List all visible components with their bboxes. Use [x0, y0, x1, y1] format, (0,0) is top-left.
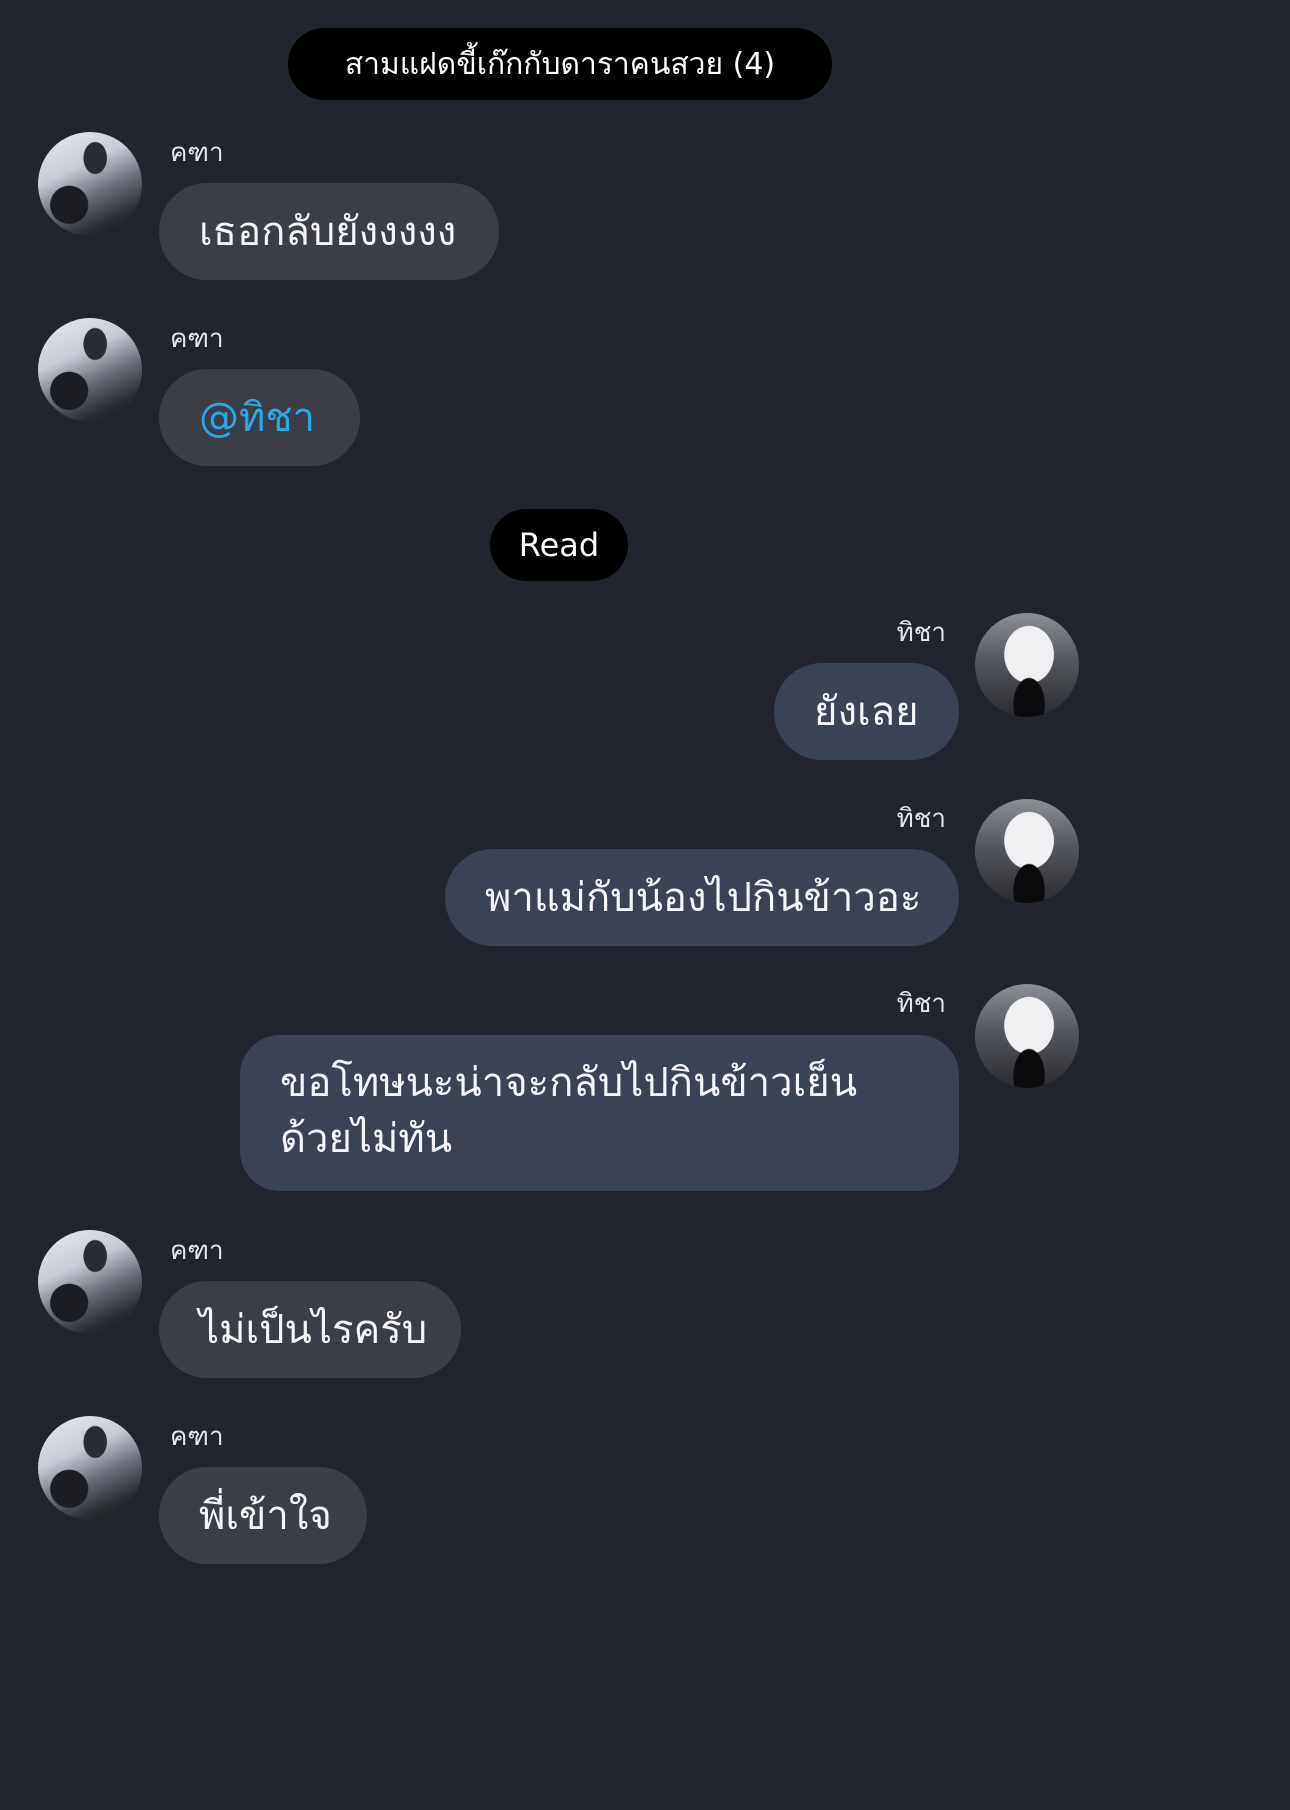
message-text: ขอโทษนะน่าจะกลับไปกินข้าวเย็นด้วยไม่ทัน	[280, 1060, 858, 1162]
message-bubble[interactable]: ไม่เป็นไรครับ	[159, 1281, 461, 1378]
message-text: พี่เข้าใจ	[199, 1492, 332, 1539]
sender-name: ทิชา	[896, 989, 946, 1019]
avatar-kata[interactable]	[38, 1230, 142, 1334]
chat-title[interactable]: สามแฝดขี้เก๊กกับดาราคนสวย (4)	[288, 28, 832, 100]
message-text: ยังเลย	[814, 688, 919, 735]
mention-link[interactable]: @ทิชา	[199, 390, 315, 446]
message-bubble[interactable]: ขอโทษนะน่าจะกลับไปกินข้าวเย็นด้วยไม่ทัน	[240, 1035, 959, 1191]
sender-name: คฑา	[170, 1236, 224, 1266]
message-text: ไม่เป็นไรครับ	[199, 1306, 428, 1353]
sender-name: ทิชา	[896, 804, 946, 834]
avatar-ticha[interactable]	[975, 613, 1079, 717]
message-bubble[interactable]: เธอกลับยังงงงง	[159, 183, 499, 280]
avatar-kata[interactable]	[38, 318, 142, 422]
avatar-ticha[interactable]	[975, 799, 1079, 903]
message-bubble[interactable]: พี่เข้าใจ	[159, 1467, 367, 1564]
sender-name: คฑา	[170, 324, 224, 354]
message-text: เธอกลับยังงงงง	[199, 208, 457, 255]
avatar-kata[interactable]	[38, 132, 142, 236]
avatar-kata[interactable]	[38, 1416, 142, 1520]
avatar-ticha[interactable]	[975, 984, 1079, 1088]
sender-name: ทิชา	[896, 618, 946, 648]
sender-name: คฑา	[170, 1422, 224, 1452]
message-bubble[interactable]: ยังเลย	[774, 663, 959, 760]
read-indicator: Read	[490, 509, 628, 581]
sender-name: คฑา	[170, 138, 224, 168]
message-bubble[interactable]: @ทิชา	[159, 369, 360, 466]
message-bubble[interactable]: พาแม่กับน้องไปกินข้าวอะ	[445, 849, 959, 946]
message-text: พาแม่กับน้องไปกินข้าวอะ	[485, 874, 922, 921]
